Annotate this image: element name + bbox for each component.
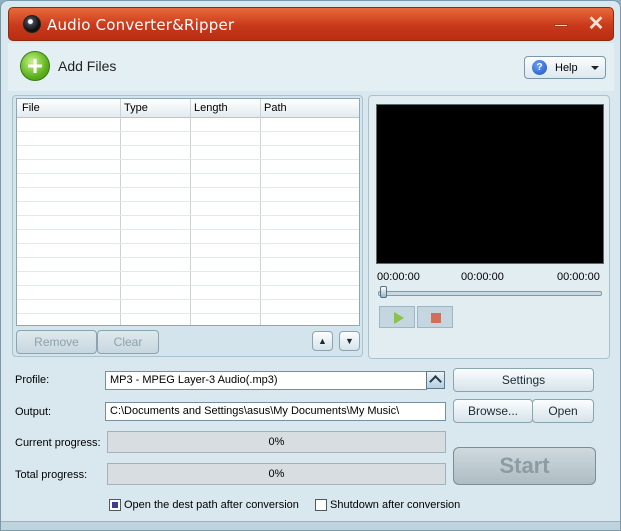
play-icon [394, 312, 404, 324]
time-elapsed: 00:00:00 [377, 271, 420, 283]
close-icon[interactable]: ✕ [585, 13, 607, 35]
current-progress-label: Current progress: [15, 437, 101, 449]
table-row[interactable] [17, 118, 359, 132]
time-current: 00:00:00 [461, 271, 504, 283]
table-row[interactable] [17, 146, 359, 160]
start-button[interactable]: Start [453, 447, 596, 485]
app-icon [23, 15, 41, 33]
output-path-field[interactable]: C:\Documents and Settings\asus\My Docume… [105, 402, 446, 421]
table-row[interactable] [17, 244, 359, 258]
shutdown-checkbox[interactable] [315, 499, 327, 511]
table-row[interactable] [17, 160, 359, 174]
table-row[interactable] [17, 216, 359, 230]
remove-button[interactable]: Remove [16, 330, 97, 354]
stop-icon [431, 313, 441, 323]
table-row[interactable] [17, 230, 359, 244]
help-icon: ? [532, 60, 547, 75]
table-row[interactable] [17, 286, 359, 300]
open-dest-checkbox[interactable] [109, 499, 121, 511]
preview-panel: 00:00:00 00:00:00 00:00:00 [368, 95, 610, 359]
column-header-type[interactable]: Type [124, 102, 148, 114]
total-progress-bar: 0% [107, 463, 446, 485]
total-progress-label: Total progress: [15, 469, 88, 481]
shutdown-label: Shutdown after conversion [330, 499, 461, 511]
play-button[interactable] [379, 306, 415, 328]
chevron-down-icon [591, 66, 599, 70]
file-list-panel: File Type Length Path Remove Clear ▲ ▼ [12, 95, 363, 357]
table-row[interactable] [17, 132, 359, 146]
time-total: 00:00:00 [557, 271, 600, 283]
move-down-button[interactable]: ▼ [339, 331, 360, 351]
move-up-button[interactable]: ▲ [312, 331, 333, 351]
stop-button[interactable] [417, 306, 453, 328]
table-row[interactable] [17, 314, 359, 325]
profile-select[interactable]: MP3 - MPEG Layer-3 Audio(.mp3) [105, 371, 427, 390]
clear-button[interactable]: Clear [97, 330, 159, 354]
current-progress-bar: 0% [107, 431, 446, 453]
title-bar: Audio Converter&Ripper ✕ [8, 7, 614, 41]
window-bottom-edge [1, 521, 620, 530]
video-preview [376, 104, 604, 264]
add-files-icon[interactable]: + [20, 51, 50, 81]
add-files-button[interactable]: Add Files [58, 58, 116, 74]
toolbar: + Add Files ? Help [8, 43, 614, 91]
output-label: Output: [15, 406, 52, 418]
browse-button[interactable]: Browse... [453, 399, 533, 423]
profile-label: Profile: [15, 374, 50, 386]
table-row[interactable] [17, 272, 359, 286]
table-row[interactable] [17, 300, 359, 314]
minimize-icon[interactable] [554, 24, 568, 27]
settings-button[interactable]: Settings [453, 368, 594, 392]
column-header-file[interactable]: File [22, 102, 40, 114]
column-header-length[interactable]: Length [194, 102, 228, 114]
app-window: Audio Converter&Ripper ✕ + Add Files ? H… [0, 0, 621, 531]
seek-thumb[interactable] [380, 286, 387, 298]
file-table[interactable]: File Type Length Path [16, 98, 360, 326]
open-dest-label: Open the dest path after conversion [124, 499, 299, 511]
table-row[interactable] [17, 258, 359, 272]
chevron-up-icon[interactable] [426, 371, 445, 389]
table-row[interactable] [17, 202, 359, 216]
help-button[interactable]: ? Help [524, 56, 606, 79]
open-button[interactable]: Open [532, 399, 594, 423]
table-row[interactable] [17, 174, 359, 188]
window-title: Audio Converter&Ripper [47, 16, 235, 34]
seek-bar[interactable] [378, 291, 602, 296]
help-label: Help [555, 62, 578, 74]
table-row[interactable] [17, 188, 359, 202]
column-header-path[interactable]: Path [264, 102, 287, 114]
